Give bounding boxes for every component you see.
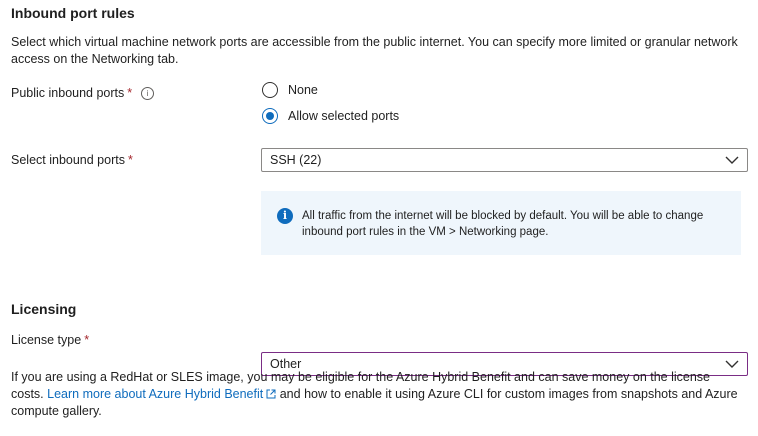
info-message-box: i All traffic from the internet will be … bbox=[261, 191, 741, 255]
license-type-label-text: License type bbox=[11, 333, 82, 347]
external-link-icon bbox=[266, 389, 276, 399]
info-message-text: All traffic from the internet will be bl… bbox=[302, 210, 704, 238]
public-inbound-ports-label-text: Public inbound ports bbox=[11, 86, 125, 100]
radio-none-label: None bbox=[288, 83, 318, 97]
license-type-label: License type * bbox=[11, 333, 89, 347]
select-inbound-ports-value: SSH (22) bbox=[270, 153, 322, 167]
required-asterisk: * bbox=[84, 333, 90, 347]
info-icon[interactable]: i bbox=[141, 87, 155, 101]
radio-allow-selected-ports[interactable] bbox=[262, 108, 278, 124]
radio-none[interactable] bbox=[262, 82, 278, 98]
radio-allow-selected-ports-label: Allow selected ports bbox=[288, 109, 400, 123]
required-asterisk: * bbox=[127, 86, 133, 100]
public-inbound-ports-label: Public inbound ports * i bbox=[11, 86, 155, 101]
select-inbound-ports-label: Select inbound ports * bbox=[11, 153, 133, 167]
licensing-description: If you are using a RedHat or SLES image,… bbox=[11, 369, 746, 420]
inbound-port-rules-heading: Inbound port rules bbox=[11, 5, 135, 21]
chevron-down-icon bbox=[725, 156, 739, 164]
select-inbound-ports-dropdown[interactable]: SSH (22) bbox=[261, 148, 748, 172]
required-asterisk: * bbox=[127, 153, 133, 167]
inbound-port-rules-description: Select which virtual machine network por… bbox=[11, 35, 738, 66]
azure-hybrid-benefit-link[interactable]: Learn more about Azure Hybrid Benefit bbox=[47, 387, 263, 401]
select-inbound-ports-label-text: Select inbound ports bbox=[11, 153, 125, 167]
radio-option-allow-selected-ports[interactable]: Allow selected ports bbox=[262, 108, 399, 124]
licensing-heading: Licensing bbox=[11, 301, 77, 317]
radio-option-none[interactable]: None bbox=[262, 82, 318, 98]
info-filled-icon: i bbox=[277, 208, 293, 224]
